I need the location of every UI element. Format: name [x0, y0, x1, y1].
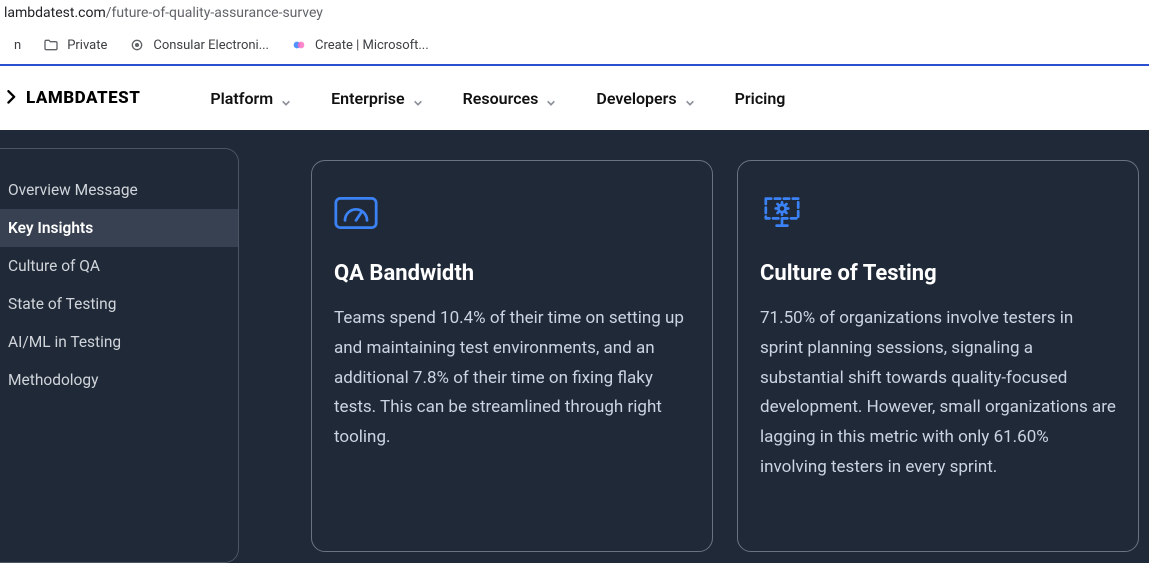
nav-platform[interactable]: Platform — [210, 89, 291, 108]
nav-developers-label: Developers — [596, 89, 676, 108]
bookmark-consular-label: Consular Electroni... — [153, 38, 269, 53]
url-host: lambdatest.com — [4, 5, 106, 21]
bookmark-consular[interactable]: Consular Electroni... — [129, 37, 269, 53]
nav-developers[interactable]: Developers — [596, 89, 694, 108]
chevron-down-icon — [281, 93, 291, 103]
card-culture-testing: Culture of Testing 71.50% of organizatio… — [737, 160, 1139, 552]
bookmark-private-label: Private — [67, 38, 107, 53]
bookmarks-bar: n Private Consular Electroni... Create |… — [0, 26, 1149, 66]
bookmark-private[interactable]: Private — [43, 37, 107, 53]
card-qa-bandwidth: QA Bandwidth Teams spend 10.4% of their … — [311, 160, 713, 552]
brand-logo[interactable]: LAMBDATEST — [6, 88, 140, 108]
url-path: /future-of-quality-assurance-survey — [106, 5, 323, 21]
content-area: QA Bandwidth Teams spend 10.4% of their … — [239, 130, 1149, 563]
chevron-down-icon — [685, 93, 695, 103]
sidebar: Overview Message Key Insights Culture of… — [0, 148, 239, 563]
chevron-down-icon — [546, 93, 556, 103]
nav-enterprise-label: Enterprise — [331, 89, 404, 108]
sidebar-item-ai-ml-testing[interactable]: AI/ML in Testing — [0, 323, 238, 361]
bookmark-create-microsoft[interactable]: Create | Microsoft... — [291, 37, 429, 53]
sidebar-item-methodology[interactable]: Methodology — [0, 361, 238, 399]
brand-mark-icon — [6, 90, 20, 106]
brand-name: LAMBDATEST — [26, 88, 140, 108]
bookmark-overflow-label: n — [14, 38, 21, 53]
sidebar-item-overview-message[interactable]: Overview Message — [0, 171, 238, 209]
nav-enterprise[interactable]: Enterprise — [331, 89, 422, 108]
page-body: Overview Message Key Insights Culture of… — [0, 130, 1149, 563]
gauge-icon — [334, 195, 378, 231]
chevron-down-icon — [413, 93, 423, 103]
sidebar-item-state-of-testing[interactable]: State of Testing — [0, 285, 238, 323]
sidebar-item-culture-of-qa[interactable]: Culture of QA — [0, 247, 238, 285]
folder-icon — [43, 37, 59, 53]
card-culture-testing-body: 71.50% of organizations involve testers … — [760, 304, 1116, 483]
nav-platform-label: Platform — [210, 89, 273, 108]
browser-url-bar[interactable]: lambdatest.com/future-of-quality-assuran… — [0, 0, 1149, 26]
bookmark-create-ms-label: Create | Microsoft... — [315, 38, 429, 53]
card-qa-bandwidth-body: Teams spend 10.4% of their time on setti… — [334, 304, 690, 453]
card-culture-testing-title: Culture of Testing — [760, 261, 1116, 286]
sidebar-item-key-insights[interactable]: Key Insights — [0, 209, 238, 247]
card-qa-bandwidth-title: QA Bandwidth — [334, 261, 690, 286]
copilot-icon — [291, 37, 307, 53]
site-nav: LAMBDATEST Platform Enterprise Resources… — [0, 66, 1149, 130]
seal-icon — [129, 37, 145, 53]
nav-resources[interactable]: Resources — [463, 89, 557, 108]
monitor-gear-icon — [760, 195, 804, 231]
nav-pricing[interactable]: Pricing — [735, 89, 786, 108]
main-menu: Platform Enterprise Resources Developers… — [210, 89, 785, 108]
nav-pricing-label: Pricing — [735, 89, 786, 108]
nav-resources-label: Resources — [463, 89, 539, 108]
bookmark-overflow[interactable]: n — [14, 38, 21, 53]
